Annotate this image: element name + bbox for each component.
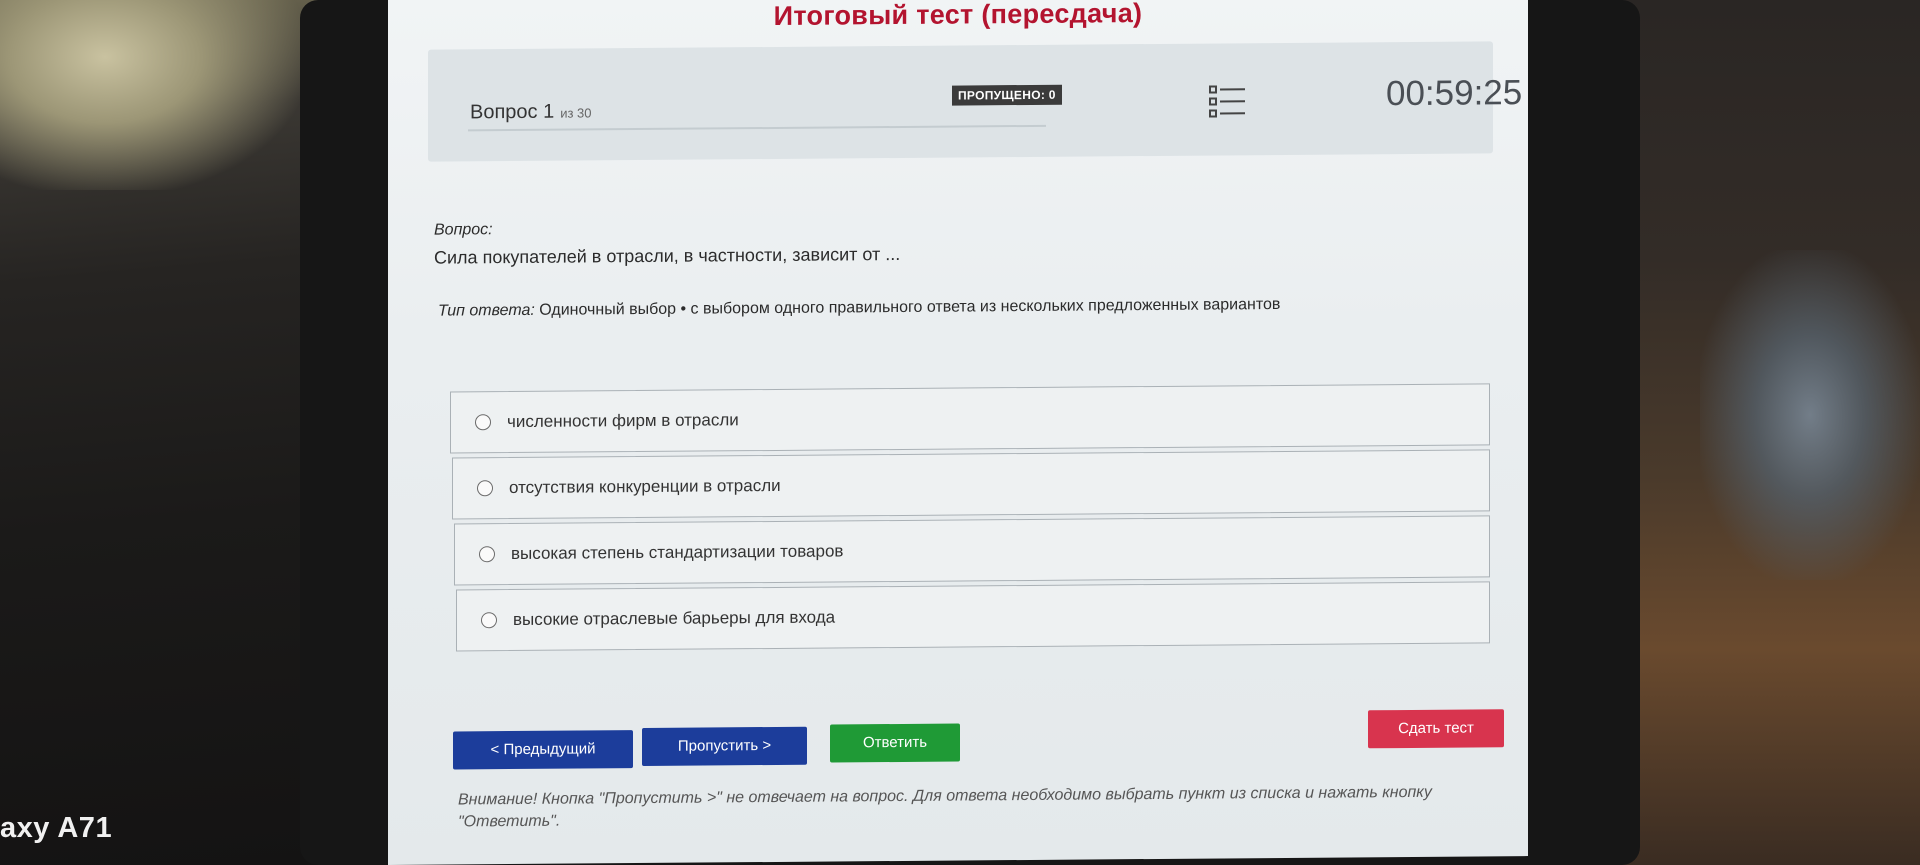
progress-bar [468,124,1046,132]
answer-options: численности фирм в отрасли отсутствия ко… [450,383,1490,655]
submit-test-button[interactable]: Сдать тест [1368,709,1504,749]
radio-button[interactable] [481,612,497,629]
answer-option-label: численности фирм в отрасли [507,410,739,432]
answer-option-label: высокие отраслевые барьеры для входа [513,607,836,630]
answer-option-label: высокая степень стандартизации товаров [511,541,844,564]
answer-option[interactable]: высокие отраслевые барьеры для входа [456,581,1490,652]
answer-type: Тип ответа: Одиночный выбор • с выбором … [438,296,1280,321]
answer-option[interactable]: высокая степень стандартизации товаров [454,515,1490,586]
answer-button[interactable]: Ответить [830,723,960,763]
answer-type-label: Тип ответа: [438,301,535,320]
list-icon[interactable] [1208,83,1248,119]
answer-option[interactable]: численности фирм в отрасли [450,383,1490,454]
question-label: Вопрос: [434,221,493,239]
radio-button[interactable] [477,480,493,497]
photo-reflection [1700,250,1920,580]
question-number: Вопрос 1 [470,100,555,124]
radio-button[interactable] [479,546,495,563]
previous-button[interactable]: < Предыдущий [453,730,633,770]
warning-note: Внимание! Кнопка "Пропустить >" не отвеч… [458,783,1432,831]
skipped-badge: ПРОПУЩЕНО: 0 [952,84,1062,106]
question-total: из 30 [560,105,592,121]
page-title: Итоговый тест (пересдача) [773,0,1143,31]
camera-watermark: axy A71 [0,812,113,844]
answer-type-value: Одиночный выбор • с выбором одного прави… [539,295,1281,319]
answer-option[interactable]: отсутствия конкуренции в отрасли [452,449,1490,520]
skip-button[interactable]: Пропустить > [642,726,807,767]
answer-option-label: отсутствия конкуренции в отрасли [509,475,781,498]
radio-button[interactable] [475,414,491,431]
countdown-timer: 00:59:25 [1386,73,1523,114]
test-screen: Итоговый тест (пересдача) Вопрос 1 из 30 … [388,0,1528,865]
question-text: Сила покупателей в отрасли, в частности,… [434,243,901,268]
question-counter: Вопрос 1 из 30 [470,100,592,124]
photo-light-spot [0,0,300,190]
test-header-panel: Вопрос 1 из 30 ПРОПУЩЕНО: 0 00:59:25 [428,41,1522,162]
